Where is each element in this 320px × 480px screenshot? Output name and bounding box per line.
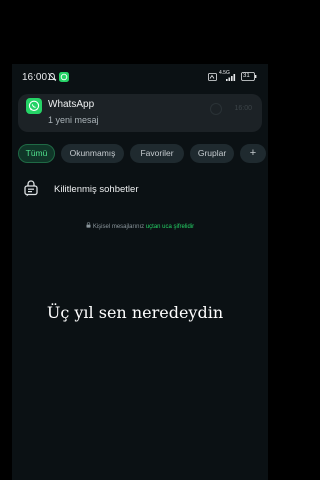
status-bar: 16:00 4.5G 31 [12, 64, 268, 90]
battery-level: 31 [243, 73, 250, 79]
notification-body: 1 yeni mesaj [48, 115, 99, 125]
add-filter-button[interactable]: + [240, 144, 266, 163]
whatsapp-status-icon [59, 72, 69, 85]
encryption-note: Kişisel mesajlarınız uçtan uca şifrelidi… [12, 222, 268, 230]
mute-bell-icon [47, 72, 57, 85]
phone-screen: 16:00 4.5G 31 WhatsApp 1 yeni mesaj 16:0… [12, 64, 268, 480]
locked-chats-label: Kilitlenmiş sohbetler [54, 184, 139, 195]
locked-chat-icon [23, 180, 39, 202]
encryption-note-text: Kişisel mesajlarınız [92, 224, 146, 230]
notification-title: WhatsApp [48, 99, 95, 110]
whatsapp-notification[interactable]: WhatsApp 1 yeni mesaj 16:00 [18, 94, 262, 132]
screen: 16:00 4.5G 31 WhatsApp 1 yeni mesaj 16:0… [0, 0, 270, 480]
signal-icon [226, 73, 237, 84]
notification-expand-icon[interactable] [210, 103, 222, 115]
whatsapp-icon [26, 98, 42, 114]
lock-icon [86, 222, 91, 230]
data-saver-icon [208, 73, 217, 84]
locked-chats-row[interactable]: Kilitlenmiş sohbetler [12, 176, 268, 202]
filter-unread[interactable]: Okunmamış [61, 144, 124, 163]
filter-all[interactable]: Tümü [18, 144, 55, 163]
encryption-link[interactable]: uçtan uca şifrelidir [146, 224, 194, 230]
video-caption: Üç yıl sen neredeydin [46, 303, 224, 322]
notification-time: 16:00 [234, 105, 252, 112]
filter-groups[interactable]: Gruplar [190, 144, 234, 163]
chat-filters: Tümü Okunmamış Favoriler Gruplar + [18, 144, 268, 164]
status-time: 16:00 [22, 72, 48, 83]
filter-favorites[interactable]: Favoriler [130, 144, 184, 163]
